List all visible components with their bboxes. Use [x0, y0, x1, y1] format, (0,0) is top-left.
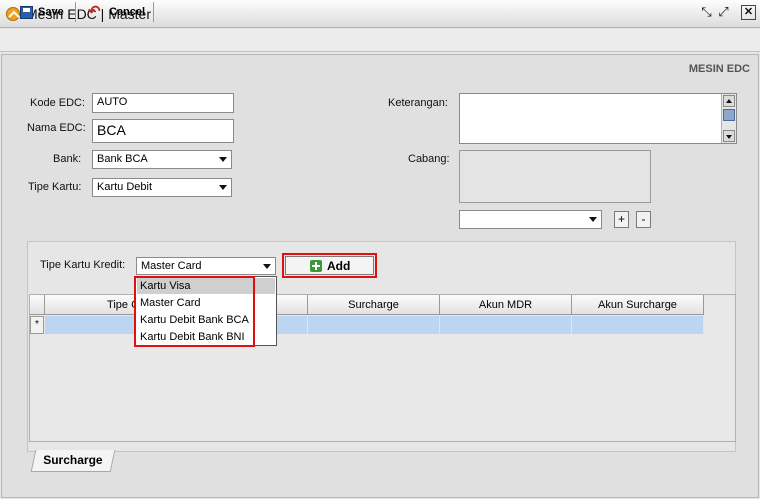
chevron-down-icon: [589, 217, 597, 222]
save-label: Save: [38, 6, 64, 18]
kode-edc-label: Kode EDC:: [30, 97, 86, 109]
grid-corner: [30, 295, 45, 315]
keterangan-scrollbar[interactable]: [721, 94, 736, 143]
chevron-down-icon: [263, 264, 271, 269]
close-icon[interactable]: ✕: [741, 5, 756, 20]
grid-cell[interactable]: [440, 316, 572, 334]
tipe-kartu-select-value: Kartu Debit: [97, 181, 153, 193]
tab-surcharge[interactable]: Surcharge: [30, 450, 116, 472]
maximize-icon[interactable]: ⤢: [716, 5, 731, 20]
restore-icon[interactable]: ⤡: [699, 5, 714, 20]
chevron-down-icon: [219, 185, 227, 190]
cabang-list[interactable]: [459, 150, 651, 203]
tipe-kartu-kredit-label: Tipe Kartu Kredit:: [40, 259, 126, 271]
new-row-marker[interactable]: *: [30, 316, 44, 334]
add-cabang-button[interactable]: +: [614, 211, 629, 228]
tipe-kartu-label: Tipe Kartu:: [28, 181, 82, 193]
cabang-label: Cabang:: [408, 153, 450, 165]
undo-icon: ↶: [88, 2, 101, 20]
cabang-select[interactable]: [459, 210, 602, 229]
column-header[interactable]: Akun MDR: [440, 295, 572, 315]
save-icon: [20, 5, 33, 19]
save-button[interactable]: Save: [14, 2, 76, 22]
nama-edc-input[interactable]: BCA: [92, 119, 234, 143]
remove-cabang-button[interactable]: -: [636, 211, 651, 228]
toolbar: [0, 29, 760, 52]
keterangan-label: Keterangan:: [388, 97, 448, 109]
tipe-kartu-kredit-value: Master Card: [141, 260, 202, 272]
grid-cell[interactable]: [308, 316, 440, 334]
column-header[interactable]: Surcharge: [308, 295, 440, 315]
dropdown-highlight: [134, 276, 255, 347]
chevron-down-icon: [219, 157, 227, 162]
keterangan-textarea[interactable]: [459, 93, 737, 144]
bank-select-value: Bank BCA: [97, 153, 148, 165]
add-label: Add: [327, 258, 351, 273]
section-title: MESIN EDC: [688, 63, 750, 75]
grid-cell[interactable]: [572, 316, 704, 334]
scroll-up-icon[interactable]: [723, 95, 735, 107]
cancel-button[interactable]: ↶ Cancel: [82, 2, 154, 22]
nama-edc-label: Nama EDC:: [27, 122, 86, 134]
tipe-kartu-select[interactable]: Kartu Debit: [92, 178, 232, 197]
add-button[interactable]: Add: [285, 256, 374, 275]
bank-label: Bank:: [53, 153, 82, 165]
scroll-thumb[interactable]: [723, 109, 735, 121]
bank-select[interactable]: Bank BCA: [92, 150, 232, 169]
cancel-label: Cancel: [109, 6, 146, 18]
tipe-kartu-kredit-select[interactable]: Master Card: [136, 257, 276, 275]
scroll-down-icon[interactable]: [723, 130, 735, 142]
kode-edc-input[interactable]: AUTO: [92, 93, 234, 113]
column-header[interactable]: Akun Surcharge: [572, 295, 704, 315]
add-icon: [310, 259, 322, 272]
tab-surcharge-label: Surcharge: [43, 453, 103, 467]
